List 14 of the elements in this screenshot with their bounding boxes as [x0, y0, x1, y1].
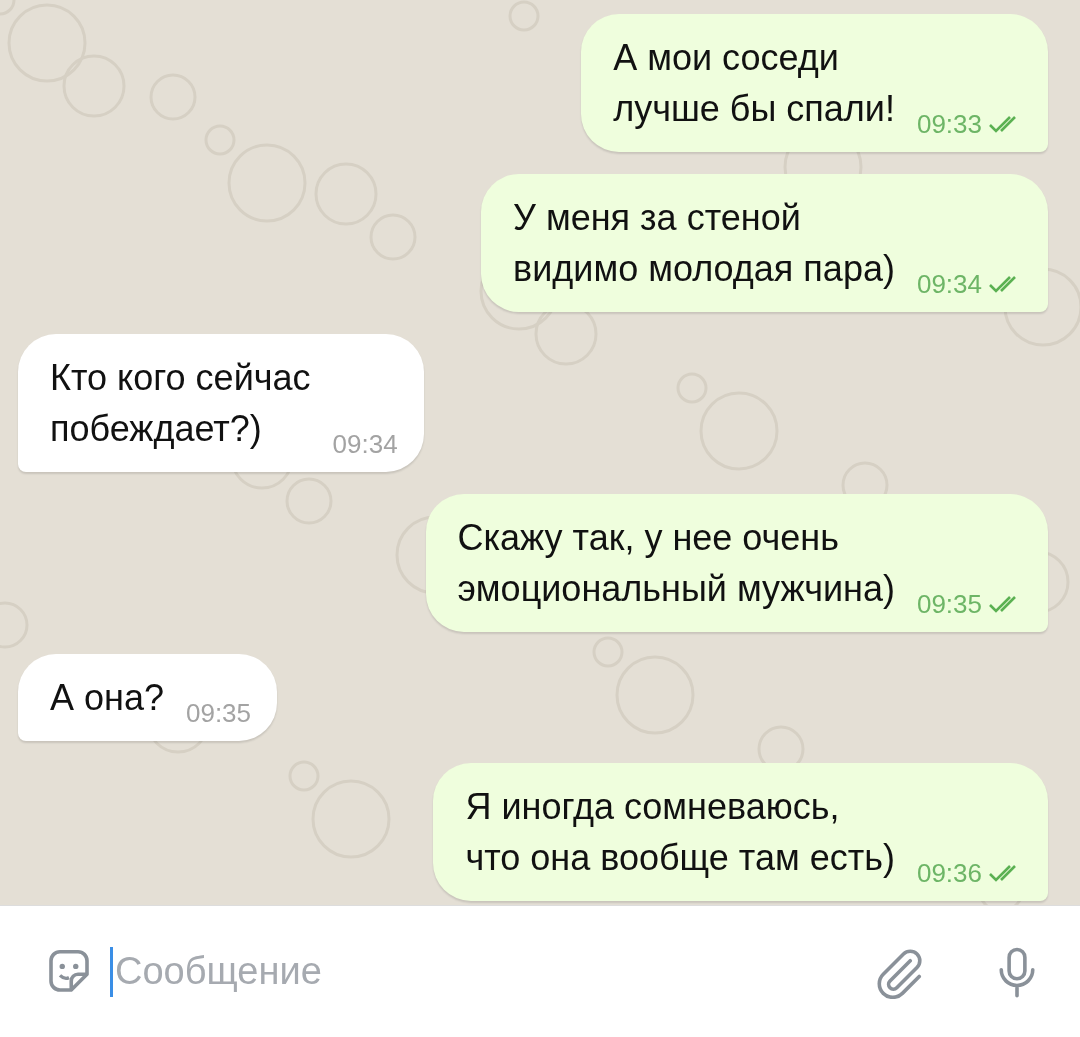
message-time: 09:33: [916, 108, 982, 141]
text-cursor: [110, 946, 113, 997]
message-text: Я иногда сомневаюсь, что она вообще там есть): [465, 785, 895, 880]
message-text: А мои соседи лучше бы спали!: [613, 36, 895, 131]
message-text: Кто кого сейчас побеждает?): [50, 356, 311, 451]
message-text: У меня за стеной видимо молодая пара): [513, 196, 895, 291]
message-input[interactable]: Сообщение: [115, 950, 858, 993]
message-time: 09:34: [332, 428, 398, 461]
message-time: 09:36: [916, 857, 982, 890]
message-time: 09:34: [916, 268, 982, 301]
message-text: Скажу так, у нее очень эмоциональный мужчина): [457, 516, 895, 611]
message-time: 09:35: [185, 697, 252, 730]
message-time: 09:35: [916, 588, 982, 621]
message-text: А она?: [50, 676, 164, 720]
